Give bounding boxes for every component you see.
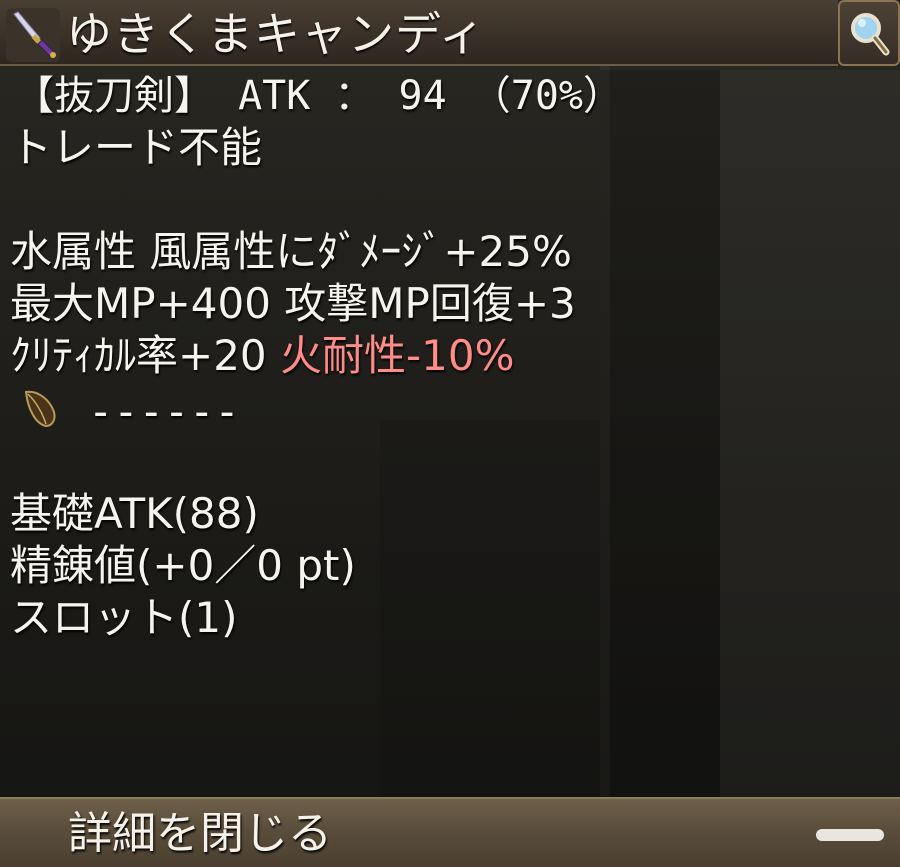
item-title-bar: ゆきくまキャンディ — [0, 0, 838, 66]
close-details-label: 詳細を閉じる — [68, 808, 332, 859]
stat-line-1: 水属性 風属性にﾀﾞﾒｰｼﾞ+25% — [10, 227, 572, 276]
refine-value: 精錬値(+0／0 pt) — [10, 541, 356, 590]
close-details-button[interactable]: 詳細を閉じる — [0, 797, 900, 867]
xtal-slot-icon — [24, 390, 56, 428]
slot-count: スロット(1) — [10, 593, 238, 642]
stat-line-2: 最大MP+400 攻撃MP回復+3 — [10, 279, 576, 328]
background-panel — [720, 70, 900, 800]
trade-status: トレード不能 — [10, 123, 263, 172]
fire-resist-stat: 火耐性-10% — [280, 331, 515, 380]
search-button[interactable] — [838, 0, 900, 66]
crit-rate-stat: ｸﾘﾃｨｶﾙ率+20 — [10, 331, 280, 380]
weapon-type-atk: 【抜刀剣】 ATK ： 94 （70%） — [14, 73, 623, 119]
background-panel — [600, 70, 720, 800]
magnifier-icon — [851, 13, 890, 56]
background-panel — [380, 420, 600, 800]
xtal-slot-value: ------ — [88, 387, 240, 436]
base-atk: 基礎ATK(88) — [10, 489, 259, 538]
item-title: ゆきくまキャンディ — [66, 7, 486, 61]
sword-icon — [6, 8, 60, 62]
scroll-handle[interactable] — [816, 829, 884, 841]
stat-line-3: ｸﾘﾃｨｶﾙ率+20 火耐性-10% — [10, 332, 515, 380]
